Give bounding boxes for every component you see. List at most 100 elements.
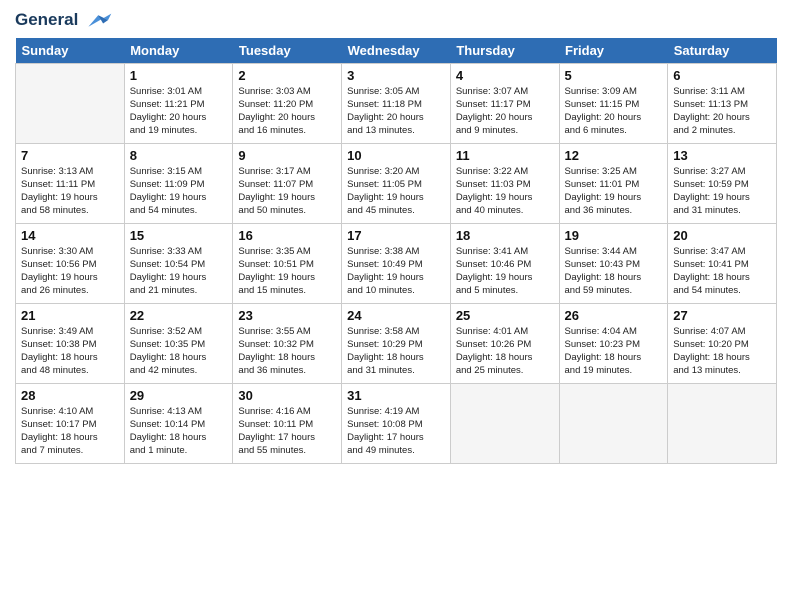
day-cell: 2 Sunrise: 3:03 AMSunset: 11:20 PMDayligh… [233,63,342,143]
day-cell: 4Sunrise: 3:07 AMSunset: 11:17 PMDayligh… [450,63,559,143]
day-cell: 3Sunrise: 3:05 AMSunset: 11:18 PMDayligh… [342,63,451,143]
day-info: Sunrise: 3:11 AMSunset: 11:13 PMDaylight… [673,85,771,138]
weekday-header-thursday: Thursday [450,38,559,64]
day-cell: 17 Sunrise: 3:38 AMSunset: 10:49 PMDaylig… [342,223,451,303]
day-number: 19 [565,228,663,243]
day-info: Sunrise: 3:13 AMSunset: 11:11 PMDaylight… [21,165,119,218]
day-cell: 19 Sunrise: 3:44 AMSunset: 10:43 PMDaylig… [559,223,668,303]
day-number: 18 [456,228,554,243]
day-number: 25 [456,308,554,323]
day-number: 11 [456,148,554,163]
day-cell: 11 Sunrise: 3:22 AMSunset: 11:03 PMDaylig… [450,143,559,223]
logo-line1: General [15,10,112,30]
day-cell: 13 Sunrise: 3:27 AMSunset: 10:59 PMDaylig… [668,143,777,223]
day-cell [450,383,559,463]
week-row-5: 28 Sunrise: 4:10 AMSunset: 10:17 PMDaylig… [16,383,777,463]
day-info: Sunrise: 3:47 AMSunset: 10:41 PMDaylight… [673,245,771,298]
day-info: Sunrise: 3:15 AMSunset: 11:09 PMDaylight… [130,165,228,218]
day-cell: 7 Sunrise: 3:13 AMSunset: 11:11 PMDayligh… [16,143,125,223]
week-row-4: 21 Sunrise: 3:49 AMSunset: 10:38 PMDaylig… [16,303,777,383]
day-cell: 12 Sunrise: 3:25 AMSunset: 11:01 PMDaylig… [559,143,668,223]
day-number: 23 [238,308,336,323]
day-info: Sunrise: 3:58 AMSunset: 10:29 PMDaylight… [347,325,445,378]
day-number: 2 [238,68,336,83]
weekday-header-sunday: Sunday [16,38,125,64]
day-cell: 28 Sunrise: 4:10 AMSunset: 10:17 PMDaylig… [16,383,125,463]
day-info: Sunrise: 3:33 AMSunset: 10:54 PMDaylight… [130,245,228,298]
weekday-header-friday: Friday [559,38,668,64]
day-number: 10 [347,148,445,163]
day-cell: 27 Sunrise: 4:07 AMSunset: 10:20 PMDaylig… [668,303,777,383]
day-number: 24 [347,308,445,323]
day-info: Sunrise: 3:03 AMSunset: 11:20 PMDaylight… [238,85,336,138]
day-cell: 6 Sunrise: 3:11 AMSunset: 11:13 PMDayligh… [668,63,777,143]
day-number: 1 [130,68,228,83]
day-info: Sunrise: 3:52 AMSunset: 10:35 PMDaylight… [130,325,228,378]
day-info: Sunrise: 4:07 AMSunset: 10:20 PMDaylight… [673,325,771,378]
day-cell [16,63,125,143]
day-info: Sunrise: 3:25 AMSunset: 11:01 PMDaylight… [565,165,663,218]
day-cell: 23 Sunrise: 3:55 AMSunset: 10:32 PMDaylig… [233,303,342,383]
day-cell: 21 Sunrise: 3:49 AMSunset: 10:38 PMDaylig… [16,303,125,383]
day-number: 22 [130,308,228,323]
day-cell: 18 Sunrise: 3:41 AMSunset: 10:46 PMDaylig… [450,223,559,303]
week-row-3: 14 Sunrise: 3:30 AMSunset: 10:56 PMDaylig… [16,223,777,303]
day-info: Sunrise: 3:44 AMSunset: 10:43 PMDaylight… [565,245,663,298]
day-info: Sunrise: 3:01 AMSunset: 11:21 PMDaylight… [130,85,228,138]
day-info: Sunrise: 3:38 AMSunset: 10:49 PMDaylight… [347,245,445,298]
weekday-header-wednesday: Wednesday [342,38,451,64]
logo: General [15,10,112,30]
day-cell: 14 Sunrise: 3:30 AMSunset: 10:56 PMDaylig… [16,223,125,303]
day-number: 14 [21,228,119,243]
day-cell: 31Sunrise: 4:19 AMSunset: 10:08 PMDaylig… [342,383,451,463]
day-cell: 22 Sunrise: 3:52 AMSunset: 10:35 PMDaylig… [124,303,233,383]
day-cell [559,383,668,463]
page-container: General SundayMondayTuesdayWe [0,0,792,474]
day-info: Sunrise: 3:27 AMSunset: 10:59 PMDaylight… [673,165,771,218]
day-number: 29 [130,388,228,403]
day-number: 5 [565,68,663,83]
day-info: Sunrise: 3:07 AMSunset: 11:17 PMDaylight… [456,85,554,138]
week-row-2: 7 Sunrise: 3:13 AMSunset: 11:11 PMDayligh… [16,143,777,223]
day-number: 21 [21,308,119,323]
day-info: Sunrise: 3:35 AMSunset: 10:51 PMDaylight… [238,245,336,298]
day-info: Sunrise: 3:41 AMSunset: 10:46 PMDaylight… [456,245,554,298]
weekday-header-saturday: Saturday [668,38,777,64]
weekday-header-tuesday: Tuesday [233,38,342,64]
day-info: Sunrise: 4:13 AMSunset: 10:14 PMDaylight… [130,405,228,458]
day-info: Sunrise: 3:05 AMSunset: 11:18 PMDaylight… [347,85,445,138]
day-info: Sunrise: 3:09 AMSunset: 11:15 PMDaylight… [565,85,663,138]
day-cell [668,383,777,463]
day-info: Sunrise: 3:22 AMSunset: 11:03 PMDaylight… [456,165,554,218]
weekday-header-row: SundayMondayTuesdayWednesdayThursdayFrid… [16,38,777,64]
day-number: 27 [673,308,771,323]
day-info: Sunrise: 4:04 AMSunset: 10:23 PMDaylight… [565,325,663,378]
day-info: Sunrise: 4:01 AMSunset: 10:26 PMDaylight… [456,325,554,378]
day-number: 16 [238,228,336,243]
day-number: 13 [673,148,771,163]
day-number: 6 [673,68,771,83]
day-info: Sunrise: 3:30 AMSunset: 10:56 PMDaylight… [21,245,119,298]
day-number: 30 [238,388,336,403]
day-info: Sunrise: 3:20 AMSunset: 11:05 PMDaylight… [347,165,445,218]
day-number: 28 [21,388,119,403]
day-info: Sunrise: 3:55 AMSunset: 10:32 PMDaylight… [238,325,336,378]
day-number: 7 [21,148,119,163]
day-cell: 26 Sunrise: 4:04 AMSunset: 10:23 PMDaylig… [559,303,668,383]
weekday-header-monday: Monday [124,38,233,64]
day-info: Sunrise: 4:10 AMSunset: 10:17 PMDaylight… [21,405,119,458]
day-cell: 1 Sunrise: 3:01 AMSunset: 11:21 PMDayligh… [124,63,233,143]
day-number: 26 [565,308,663,323]
day-info: Sunrise: 3:49 AMSunset: 10:38 PMDaylight… [21,325,119,378]
day-number: 17 [347,228,445,243]
day-cell: 9Sunrise: 3:17 AMSunset: 11:07 PMDayligh… [233,143,342,223]
day-cell: 10 Sunrise: 3:20 AMSunset: 11:05 PMDaylig… [342,143,451,223]
calendar-table: SundayMondayTuesdayWednesdayThursdayFrid… [15,38,777,464]
day-number: 12 [565,148,663,163]
day-number: 9 [238,148,336,163]
day-cell: 30Sunrise: 4:16 AMSunset: 10:11 PMDaylig… [233,383,342,463]
day-cell: 15Sunrise: 3:33 AMSunset: 10:54 PMDaylig… [124,223,233,303]
day-cell: 29 Sunrise: 4:13 AMSunset: 10:14 PMDaylig… [124,383,233,463]
logo-bird-icon [86,12,112,30]
day-cell: 5 Sunrise: 3:09 AMSunset: 11:15 PMDayligh… [559,63,668,143]
